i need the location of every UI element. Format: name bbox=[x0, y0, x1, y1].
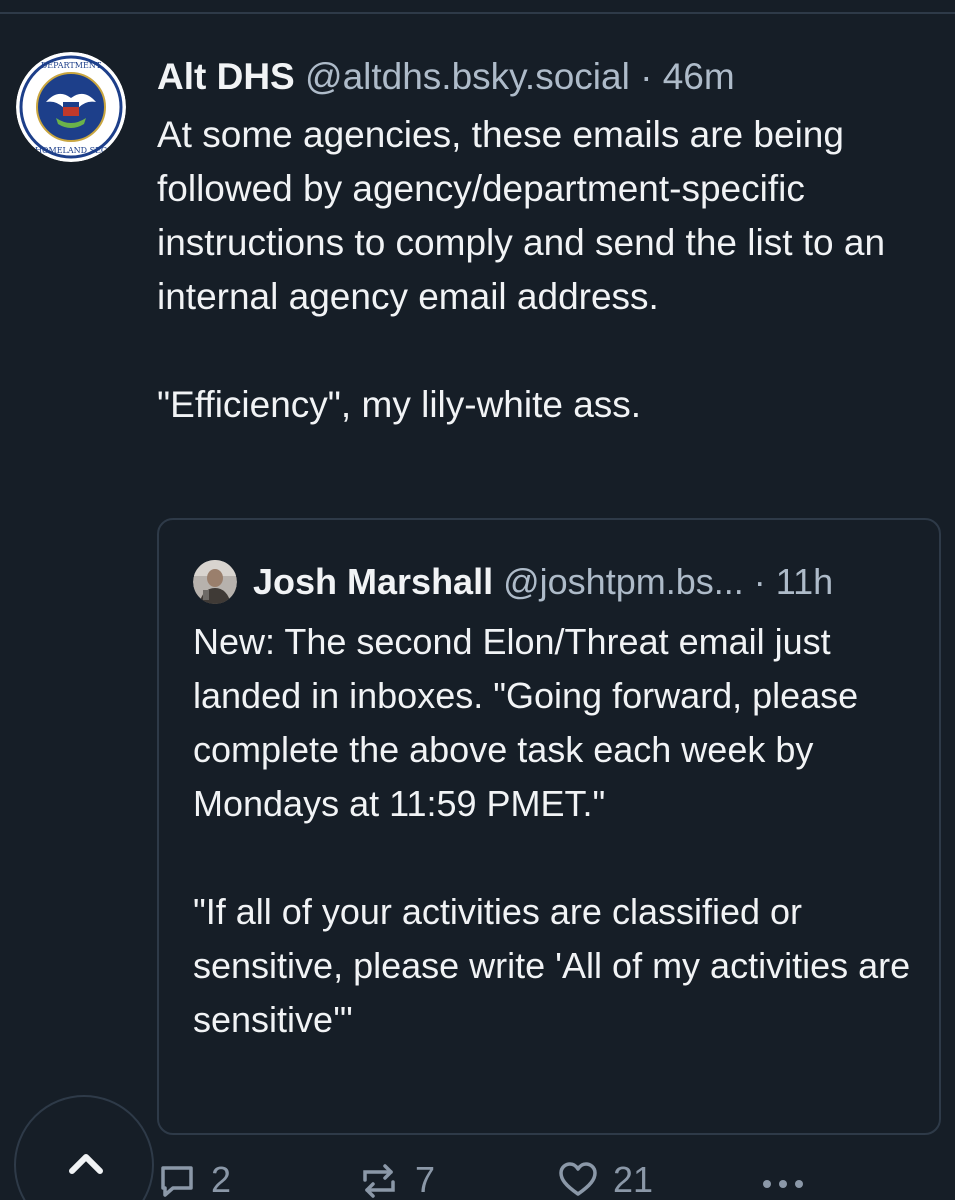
post-paragraph: "Efficiency", my lily-white ass. bbox=[157, 384, 642, 425]
quote-timestamp[interactable]: 11h bbox=[776, 561, 833, 602]
quote-paragraph: "If all of your activities are classifie… bbox=[193, 891, 911, 1040]
reply-count: 2 bbox=[211, 1159, 232, 1200]
post-body: At some agencies, these emails are being… bbox=[157, 108, 947, 432]
quote-author-separator: · bbox=[753, 561, 766, 602]
author-handle[interactable]: @altdhs.bsky.social bbox=[305, 56, 630, 97]
repost-button[interactable]: 7 bbox=[357, 1160, 435, 1200]
heart-icon bbox=[559, 1162, 597, 1196]
like-button[interactable]: 21 bbox=[557, 1160, 653, 1200]
post-paragraph: At some agencies, these emails are being… bbox=[157, 114, 886, 317]
quote-author-handle[interactable]: @joshtpm.bs... bbox=[503, 561, 744, 602]
chevron-up-icon bbox=[69, 1154, 103, 1174]
speech-bubble-icon bbox=[161, 1166, 193, 1197]
author-display-name[interactable]: Alt DHS bbox=[157, 56, 295, 97]
reply-button[interactable]: 2 bbox=[157, 1160, 231, 1200]
repost-arrows-icon bbox=[363, 1164, 395, 1198]
top-divider bbox=[0, 12, 955, 14]
user-photo-icon bbox=[193, 560, 237, 604]
quoted-post-card[interactable]: Josh Marshall @joshtpm.bs... · 11h New: … bbox=[157, 518, 941, 1135]
quote-body: New: The second Elon/Threat email just l… bbox=[193, 615, 913, 1047]
quote-paragraph: New: The second Elon/Threat email just l… bbox=[193, 621, 859, 824]
svg-text:DEPARTMENT: DEPARTMENT bbox=[41, 61, 102, 70]
post-actions-bar: 2 7 21 bbox=[157, 1160, 947, 1200]
repost-count: 7 bbox=[415, 1159, 436, 1200]
scroll-to-top-button[interactable] bbox=[14, 1095, 154, 1200]
ellipsis-icon bbox=[763, 1180, 803, 1188]
author-separator: · bbox=[640, 56, 653, 97]
dhs-seal-icon[interactable]: DEPARTMENT HOMELAND SEC bbox=[16, 52, 126, 162]
quote-author-line: Josh Marshall @joshtpm.bs... · 11h bbox=[253, 560, 833, 604]
feed-screen: DEPARTMENT HOMELAND SEC Alt DHS @altdhs.… bbox=[0, 0, 955, 1200]
post-author-line: Alt DHS @altdhs.bsky.social · 46m bbox=[157, 55, 735, 99]
post-timestamp[interactable]: 46m bbox=[663, 56, 735, 97]
more-options-button[interactable] bbox=[759, 1160, 807, 1200]
svg-text:HOMELAND SEC: HOMELAND SEC bbox=[35, 146, 107, 155]
quote-author-display-name[interactable]: Josh Marshall bbox=[253, 561, 493, 602]
like-count: 21 bbox=[613, 1159, 654, 1200]
